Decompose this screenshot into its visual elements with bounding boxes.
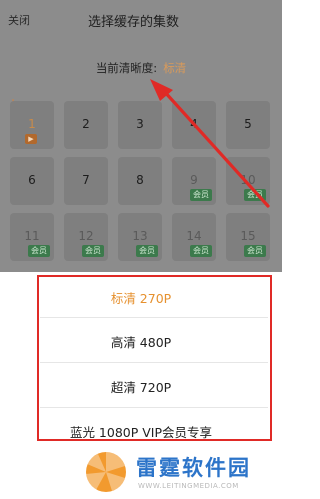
dimmed-episode-panel: 关闭 选择缓存的集数 当前清晰度:标清 ↓ 1▶23456789会员10会员11… [0,0,282,272]
watermark-name: 雷霆软件园 [136,456,251,480]
episode-cell[interactable]: 2 [64,101,108,149]
episode-number: 14 [186,229,202,243]
vip-badge: 会员 [28,245,50,257]
episode-cell[interactable]: 4 [172,101,216,149]
current-quality-row[interactable]: 当前清晰度: 标清 [0,60,282,76]
episode-number: 6 [28,173,36,187]
episode-number: 1 [28,117,36,131]
episode-cell[interactable]: 14 会员 [172,213,216,261]
close-button[interactable]: 关闭 [8,12,30,28]
episode-number: 15 [240,229,256,243]
episode-number: 9 [190,173,198,187]
episode-number: 3 [136,117,144,131]
play-icon: ▶ [25,134,37,144]
leiting-logo-icon [86,452,126,492]
episode-number: 4 [190,117,198,131]
watermark-url: WWW.LEITINGMEDIA.COM [138,482,239,490]
episode-number: 8 [136,173,144,187]
vip-badge: 会员 [244,245,266,257]
title-bar: 关闭 选择缓存的集数 [0,0,282,40]
quality-label: 当前清晰度: [95,61,158,75]
episode-number: 5 [244,117,252,131]
episode-cell[interactable]: 9 会员 [172,157,216,205]
episode-number: 2 [82,117,90,131]
annotation-highlight-box [37,275,272,441]
episode-cell[interactable]: 15 会员 [226,213,270,261]
vip-badge: 会员 [190,245,212,257]
watermark: 雷霆软件园 WWW.LEITINGMEDIA.COM [80,448,282,499]
episode-cell[interactable]: 8 [118,157,162,205]
episode-cell[interactable]: 13 会员 [118,213,162,261]
episode-number: 13 [132,229,148,243]
vip-badge: 会员 [82,245,104,257]
quality-value[interactable]: 标清 [163,61,186,75]
episode-number: 12 [78,229,94,243]
episode-cell[interactable]: 1 ▶ [10,101,54,149]
episode-cell[interactable]: 12 会员 [64,213,108,261]
episode-cell[interactable]: 11 会员 [10,213,54,261]
episode-cell[interactable]: 6 [10,157,54,205]
episode-cell[interactable]: 7 [64,157,108,205]
page-title: 选择缓存的集数 [88,15,180,30]
episode-number: 7 [82,173,90,187]
vip-badge: 会员 [244,189,266,201]
vip-badge: 会员 [190,189,212,201]
episode-number: 10 [240,173,256,187]
vip-badge: 会员 [136,245,158,257]
episode-cell[interactable]: 10 会员 [226,157,270,205]
episode-cell[interactable]: 5 [226,101,270,149]
episode-number: 11 [24,229,40,243]
episode-cell[interactable]: 3 [118,101,162,149]
